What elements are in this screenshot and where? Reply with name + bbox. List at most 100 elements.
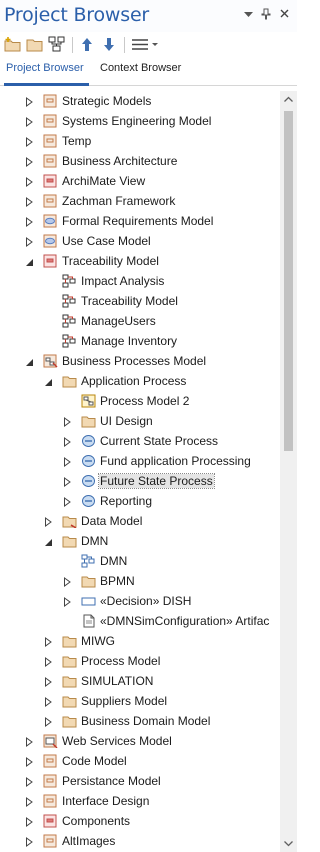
expand-arrow-icon[interactable] (25, 756, 34, 767)
tab-context-browser[interactable]: Context Browser (100, 62, 181, 74)
tree-row[interactable]: Components (0, 811, 280, 831)
tree-row[interactable]: «DMNSimConfiguration» Artifac (0, 611, 280, 631)
tree-row[interactable]: Current State Process (0, 431, 280, 451)
expand-arrow-icon[interactable] (63, 436, 72, 447)
tree-row[interactable]: BPMN (0, 571, 280, 591)
tree-row[interactable]: DMN (0, 531, 280, 551)
tree-row[interactable]: SIMULATION (0, 671, 280, 691)
tree-row[interactable]: Web Services Model (0, 731, 280, 751)
tree-row[interactable]: «Decision» DISH (0, 591, 280, 611)
expand-arrow-icon[interactable] (44, 676, 53, 687)
expand-arrow-icon[interactable] (25, 776, 34, 787)
collapse-arrow-icon[interactable] (44, 376, 53, 386)
vertical-scrollbar[interactable] (280, 91, 297, 852)
tree-item-label: ManageUsers (81, 314, 156, 328)
scroll-up-icon[interactable] (280, 91, 297, 108)
expand-arrow-icon[interactable] (44, 716, 53, 727)
collapse-arrow-icon[interactable] (44, 536, 53, 546)
tree-row[interactable]: Formal Requirements Model (0, 211, 280, 231)
package-icon (43, 354, 58, 368)
window-menu-dropdown-icon[interactable] (241, 8, 255, 22)
tree-row[interactable]: Use Case Model (0, 231, 280, 251)
tree-row[interactable]: Business Domain Model (0, 711, 280, 731)
tab-project-browser[interactable]: Project Browser (6, 62, 84, 74)
tree-row[interactable]: ArchiMate View (0, 171, 280, 191)
expand-arrow-icon[interactable] (25, 236, 34, 247)
package-icon (43, 794, 58, 808)
folder-icon (81, 574, 96, 588)
tree-row[interactable]: Future State Process (0, 471, 280, 491)
expand-arrow-icon[interactable] (44, 696, 53, 707)
expand-arrow-icon[interactable] (25, 816, 34, 827)
tree-item-label: Data Model (81, 514, 143, 528)
new-diagram-button[interactable] (48, 36, 66, 53)
tree-row[interactable]: Process Model 2 (0, 391, 280, 411)
tree-row[interactable]: Application Process (0, 371, 280, 391)
tree-row[interactable]: Manage Inventory (0, 331, 280, 351)
tree-item-label: Process Model (81, 654, 161, 668)
tree-row[interactable]: MIWG (0, 631, 280, 651)
expand-arrow-icon[interactable] (44, 636, 53, 647)
tree-row[interactable]: Traceability Model (0, 251, 280, 271)
tree-row[interactable]: Temp (0, 131, 280, 151)
move-up-button[interactable] (78, 36, 96, 53)
tree-row[interactable]: Zachman Framework (0, 191, 280, 211)
tree-row[interactable]: DMN (0, 551, 280, 571)
tree-row[interactable]: Data Model (0, 511, 280, 531)
tree-row[interactable]: Interface Design (0, 791, 280, 811)
expand-arrow-icon[interactable] (63, 416, 72, 427)
tree-row[interactable]: Business Architecture (0, 151, 280, 171)
tree-row[interactable]: Fund application Processing (0, 451, 280, 471)
expand-arrow-icon[interactable] (25, 796, 34, 807)
tree-row[interactable]: Impact Analysis (0, 271, 280, 291)
arrow-down-icon (104, 38, 114, 51)
decision-icon (81, 594, 96, 608)
expand-arrow-icon[interactable] (63, 576, 72, 587)
expand-arrow-icon[interactable] (44, 656, 53, 667)
expand-arrow-icon[interactable] (63, 596, 72, 607)
tree-row[interactable]: Suppliers Model (0, 691, 280, 711)
move-down-button[interactable] (100, 36, 118, 53)
tree-row[interactable]: UI Design (0, 411, 280, 431)
tree-row[interactable]: Strategic Models (0, 91, 280, 111)
expand-arrow-icon[interactable] (25, 196, 34, 207)
expand-arrow-icon[interactable] (63, 496, 72, 507)
scroll-down-icon[interactable] (280, 835, 297, 852)
new-package-button[interactable] (4, 36, 22, 53)
expand-arrow-icon[interactable] (25, 116, 34, 127)
expand-arrow-icon[interactable] (25, 136, 34, 147)
collapse-arrow-icon[interactable] (25, 256, 34, 266)
collapse-arrow-icon[interactable] (25, 356, 34, 366)
folder-icon (62, 654, 77, 668)
close-icon[interactable] (277, 8, 291, 22)
project-tree[interactable]: Strategic Models Systems Engineering Mode… (0, 91, 280, 852)
new-folder-button[interactable] (26, 36, 44, 53)
tree-row[interactable]: AltImages (0, 831, 280, 851)
expand-arrow-icon[interactable] (25, 836, 34, 847)
expand-arrow-icon[interactable] (25, 156, 34, 167)
tree-row[interactable]: Process Model (0, 651, 280, 671)
expand-arrow-icon[interactable] (63, 456, 72, 467)
tree-row[interactable]: Business Processes Model (0, 351, 280, 371)
expand-arrow-icon[interactable] (25, 176, 34, 187)
tree-row[interactable]: Systems Engineering Model (0, 111, 280, 131)
expand-arrow-icon[interactable] (25, 736, 34, 747)
tree-item-label: Systems Engineering Model (62, 114, 212, 128)
pin-icon[interactable] (259, 8, 273, 22)
tree-row[interactable]: Reporting (0, 491, 280, 511)
tree-row[interactable]: Code Model (0, 751, 280, 771)
expand-arrow-icon[interactable] (25, 96, 34, 107)
tree-row[interactable]: Persistance Model (0, 771, 280, 791)
folder-icon (62, 674, 77, 688)
scrollbar-thumb[interactable] (284, 111, 293, 451)
expand-arrow-icon[interactable] (63, 476, 72, 487)
menu-button[interactable] (130, 36, 160, 53)
tree-row[interactable]: ManageUsers (0, 311, 280, 331)
folder-icon (62, 534, 77, 548)
expand-arrow-icon[interactable] (25, 216, 34, 227)
tree-row[interactable]: Traceability Model (0, 291, 280, 311)
tree-item-label: MIWG (81, 634, 115, 648)
package-icon (43, 254, 58, 268)
tree-item-label: DMN (100, 554, 128, 568)
expand-arrow-icon[interactable] (44, 516, 53, 527)
